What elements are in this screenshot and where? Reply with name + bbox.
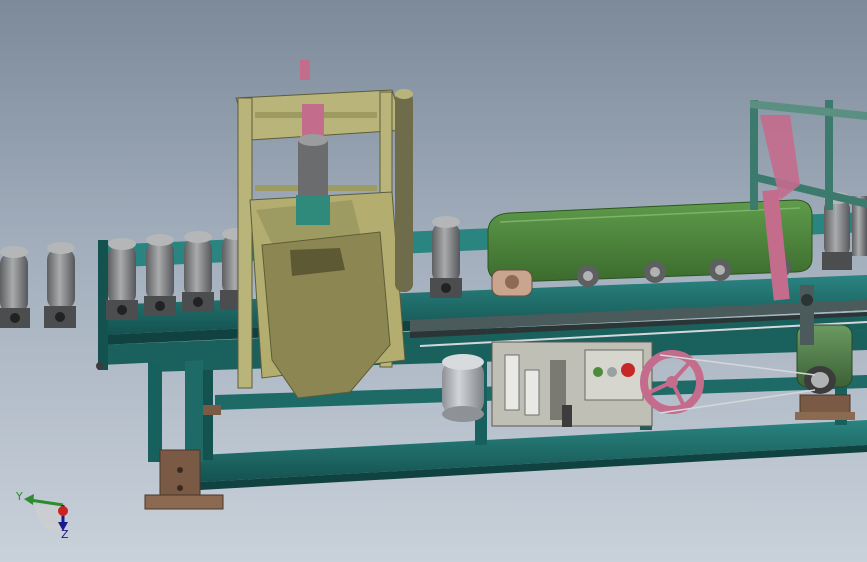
- roller: [0, 246, 30, 328]
- gray-button: [607, 367, 617, 377]
- roller: [430, 216, 462, 298]
- roller: [144, 234, 176, 316]
- green-button: [593, 367, 603, 377]
- air-tank: [442, 354, 484, 422]
- y-axis-label: Y: [15, 490, 23, 503]
- control-panel: [491, 341, 653, 427]
- roller: [182, 231, 214, 312]
- coordinate-triad: Y Z: [15, 490, 69, 541]
- x-axis-dot: [58, 506, 68, 516]
- roller: [106, 238, 138, 320]
- machine-assembly-model[interactable]: Y Z: [0, 0, 867, 562]
- press-frame: [235, 60, 413, 399]
- red-stop-button: [621, 363, 635, 377]
- roller: [44, 242, 76, 328]
- y-axis-arrow: [29, 498, 64, 507]
- cad-viewport[interactable]: Y Z: [0, 0, 867, 562]
- z-axis-label: Z: [61, 528, 69, 541]
